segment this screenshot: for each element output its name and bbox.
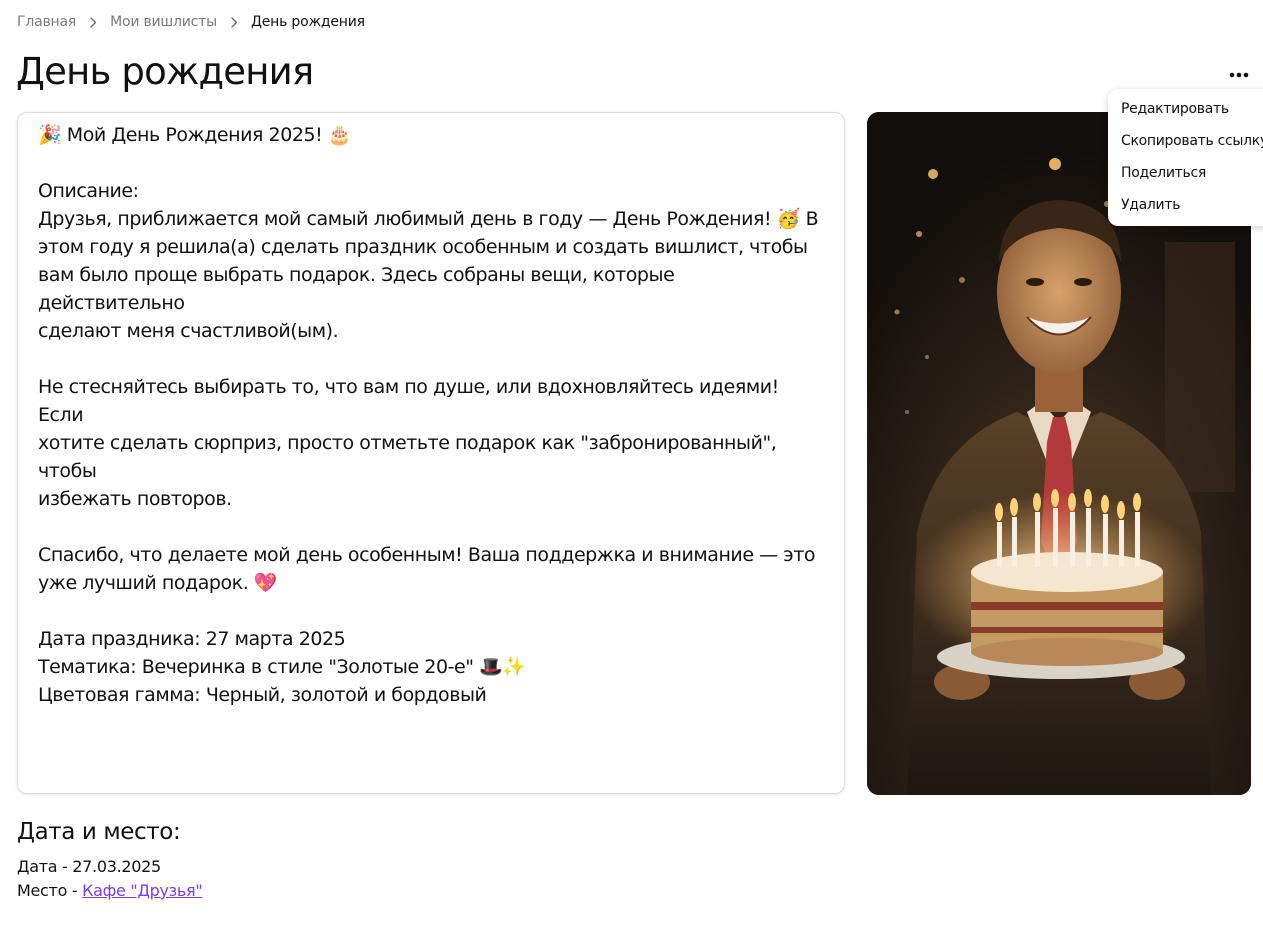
event-place-label: Место - <box>17 881 83 900</box>
description-blank-line <box>38 513 824 541</box>
event-place-link[interactable]: Кафе "Друзья" <box>82 881 203 900</box>
event-date: Дата - 27.03.2025 <box>17 855 161 879</box>
description-line: Описание: <box>38 180 139 202</box>
more-horizontal-icon <box>1229 63 1249 82</box>
description-line: Спасибо, что делаете мой день особенным!… <box>38 544 816 566</box>
description-line: Дата праздника: 27 марта 2025 <box>38 628 346 650</box>
wishlist-description-text: 🎉 Мой День Рождения 2025! 🎂 Описание: Друз… <box>38 121 824 709</box>
description-blank-line <box>38 149 824 177</box>
breadcrumb-wishlists-link[interactable]: Мои вишлисты <box>110 14 217 30</box>
chevron-right-icon <box>76 16 110 28</box>
event-place: Место - Кафе "Друзья" <box>17 879 203 903</box>
description-line: Друзья, приближается мой самый любимый д… <box>38 208 819 230</box>
description-line: хотите сделать сюрприз, просто отметьте … <box>38 432 782 482</box>
description-line: уже лучший подарок. 💖 <box>38 572 278 594</box>
description-line: сделают меня счастливой(ым). <box>38 320 339 342</box>
description-blank-line <box>38 597 824 625</box>
description-line: вам было проще выбрать подарок. Здесь со… <box>38 264 680 314</box>
page-title: День рождения <box>16 50 314 93</box>
breadcrumb-home-link[interactable]: Главная <box>17 14 76 30</box>
description-line: этом году я решила(а) сделать праздник о… <box>38 236 808 258</box>
menu-item-edit[interactable]: Редактировать <box>1108 97 1263 129</box>
description-blank-line <box>38 345 824 373</box>
breadcrumb-current: День рождения <box>251 14 365 30</box>
description-line: Цветовая гамма: Черный, золотой и бордов… <box>38 684 487 706</box>
more-options-button[interactable] <box>1224 58 1254 86</box>
breadcrumb: Главная Мои вишлисты День рождения <box>17 12 365 32</box>
description-line: 🎉 Мой День Рождения 2025! 🎂 <box>38 124 352 146</box>
chevron-right-icon <box>217 16 251 28</box>
more-options-menu: Редактировать Скопировать ссылку Поделит… <box>1108 89 1263 226</box>
menu-item-share[interactable]: Поделиться <box>1108 161 1263 193</box>
menu-item-delete[interactable]: Удалить <box>1108 193 1263 225</box>
description-line: Не стесняйтесь выбирать то, что вам по д… <box>38 376 785 426</box>
description-line: избежать повторов. <box>38 488 232 510</box>
wishlist-description-card: 🎉 Мой День Рождения 2025! 🎂 Описание: Друз… <box>17 112 845 794</box>
event-date-value: 27.03.2025 <box>72 857 161 876</box>
event-date-label: Дата - <box>17 857 73 876</box>
date-place-section-title: Дата и место: <box>17 819 181 845</box>
menu-item-copy-link[interactable]: Скопировать ссылку <box>1108 129 1263 161</box>
description-line: Тематика: Вечеринка в стиле "Золотые 20-… <box>38 656 526 678</box>
